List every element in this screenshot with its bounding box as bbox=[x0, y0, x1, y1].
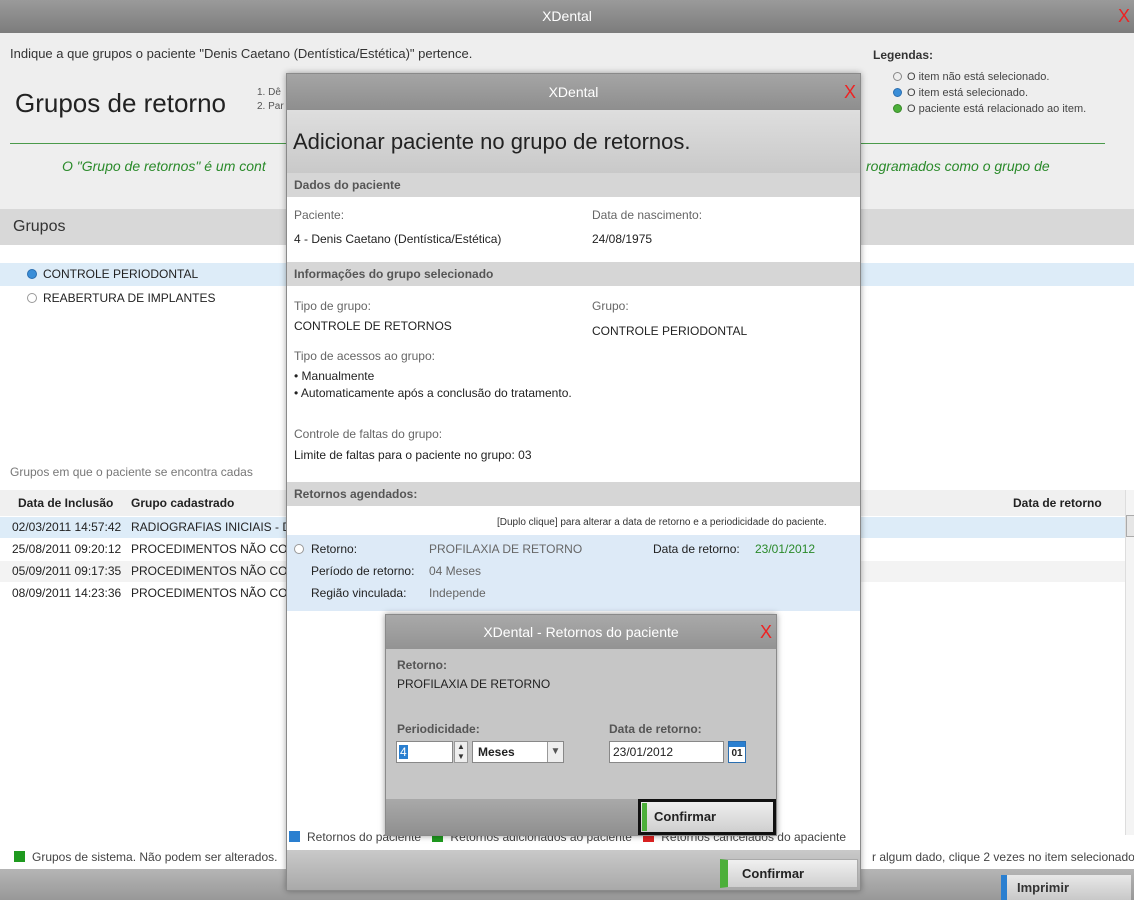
cell-date: 05/09/2011 09:17:35 bbox=[12, 564, 122, 578]
column-header-inclusion-date[interactable]: Data de Inclusão bbox=[18, 490, 113, 516]
legend-label: O item não está selecionado. bbox=[907, 71, 1050, 83]
return-period-value: 04 Meses bbox=[429, 564, 482, 578]
periodicity-spinner[interactable]: ▲ ▼ bbox=[454, 741, 468, 763]
close-icon[interactable]: X bbox=[844, 74, 856, 110]
system-groups-note: Grupos de sistema. Não podem ser alterad… bbox=[14, 850, 277, 864]
close-icon[interactable]: X bbox=[760, 615, 772, 649]
return-item[interactable]: Retorno: PROFILAXIA DE RETORNO Data de r… bbox=[287, 535, 860, 611]
radio-selected-icon[interactable] bbox=[27, 269, 37, 279]
spin-down-icon[interactable]: ▼ bbox=[455, 752, 467, 762]
periodicity-label: Periodicidade: bbox=[397, 722, 480, 736]
birth-date-label: Data de nascimento: bbox=[592, 208, 703, 222]
legend-label: O paciente está relacionado ao item. bbox=[907, 103, 1087, 115]
main-title-bar: XDental bbox=[0, 0, 1134, 33]
confirm-button[interactable]: Confirmar bbox=[720, 859, 858, 888]
confirm-button[interactable]: Confirmar bbox=[638, 799, 776, 835]
legend-label: O item está selecionado. bbox=[907, 87, 1029, 99]
return-date-value: 23/01/2012 bbox=[613, 745, 674, 759]
return-date-label: Data de retorno: bbox=[653, 542, 740, 556]
dialog-title-bar: XDental - Retornos do paciente X bbox=[386, 615, 776, 649]
group-value: CONTROLE PERIODONTAL bbox=[592, 324, 748, 338]
info-text-left: O "Grupo de retornos" é um cont bbox=[62, 158, 266, 174]
section-group-info: Informações do grupo selecionado bbox=[287, 262, 860, 286]
group-label: REABERTURA DE IMPLANTES bbox=[43, 291, 216, 305]
legend-title: Legendas: bbox=[873, 48, 934, 62]
legend-item-unselected: O item não está selecionado. bbox=[893, 71, 1049, 83]
section-scheduled-returns: Retornos agendados: bbox=[287, 482, 860, 506]
group-type-label: Tipo de grupo: bbox=[294, 299, 371, 313]
cell-date: 02/03/2011 14:57:42 bbox=[12, 520, 122, 534]
cell-date: 08/09/2011 14:23:36 bbox=[12, 586, 122, 600]
main-title: XDental bbox=[542, 8, 592, 24]
info-text-right: rogramados como o grupo de bbox=[866, 158, 1050, 174]
patient-label: Paciente: bbox=[294, 208, 345, 222]
cell-group: RADIOGRAFIAS INICIAIS - Dr bbox=[131, 520, 296, 534]
section-patient-data: Dados do paciente bbox=[287, 173, 860, 197]
indicate-text: Indique a que grupos o paciente "Denis C… bbox=[10, 46, 473, 61]
periodicity-value: 4 bbox=[399, 745, 408, 759]
instructions: 1. Dê 2. Par bbox=[257, 86, 284, 114]
calendar-icon[interactable]: 01 bbox=[728, 741, 746, 763]
periodicity-input[interactable]: 4 bbox=[396, 741, 453, 763]
access-label: Tipo de acessos ao grupo: bbox=[294, 349, 435, 363]
green-square-icon bbox=[14, 851, 25, 862]
column-header-group[interactable]: Grupo cadastrado bbox=[131, 490, 234, 516]
radio-related-icon bbox=[893, 104, 902, 113]
table-scrollbar[interactable] bbox=[1125, 490, 1134, 835]
return-value: PROFILAXIA DE RETORNO bbox=[429, 542, 583, 556]
patient-data-block: Paciente: 4 - Denis Caetano (Dentística/… bbox=[287, 197, 860, 262]
group-info-block: Tipo de grupo: CONTROLE DE RETORNOS Grup… bbox=[287, 286, 860, 482]
legend-item-selected: O item está selecionado. bbox=[893, 87, 1028, 99]
registered-groups-label: Grupos em que o paciente se encontra cad… bbox=[10, 465, 253, 479]
absence-control-label: Controle de faltas do grupo: bbox=[294, 427, 443, 441]
return-date-input[interactable]: 23/01/2012 bbox=[609, 741, 724, 763]
region-label: Região vinculada: bbox=[311, 586, 407, 600]
cell-group: PROCEDIMENTOS NÃO CONC bbox=[131, 564, 305, 578]
page-title: Grupos de retorno bbox=[15, 88, 227, 118]
patient-value: 4 - Denis Caetano (Dentística/Estética) bbox=[294, 232, 502, 246]
group-label: CONTROLE PERIODONTAL bbox=[43, 267, 199, 281]
return-date-label: Data de retorno: bbox=[609, 722, 702, 736]
absence-control-value: Limite de faltas para o paciente no grup… bbox=[294, 448, 532, 462]
return-label: Retorno: bbox=[397, 658, 447, 672]
cell-date: 25/08/2011 09:20:12 bbox=[12, 542, 122, 556]
alter-note: r algum dado, clique 2 vezes no item sel… bbox=[872, 850, 1134, 864]
dialog-title: XDental bbox=[548, 84, 599, 100]
spin-up-icon[interactable]: ▲ bbox=[455, 742, 467, 752]
instruction-1: 1. Dê bbox=[257, 87, 281, 98]
group-type-value: CONTROLE DE RETORNOS bbox=[294, 319, 452, 333]
column-header-return-date[interactable]: Data de retorno bbox=[1013, 490, 1102, 516]
access-item: • Automaticamente após a conclusão do tr… bbox=[294, 386, 572, 400]
instruction-2: 2. Par bbox=[257, 101, 284, 112]
dialog-heading: Adicionar paciente no grupo de retornos. bbox=[287, 110, 860, 173]
radio-selected-icon bbox=[893, 88, 902, 97]
radio-unselected-icon[interactable] bbox=[294, 544, 304, 554]
return-label: Retorno: bbox=[311, 542, 358, 556]
period-unit-value: Meses bbox=[478, 745, 515, 759]
group-label: Grupo: bbox=[592, 299, 629, 313]
region-value: Independe bbox=[429, 586, 486, 600]
return-value: PROFILAXIA DE RETORNO bbox=[397, 677, 551, 691]
calendar-day: 01 bbox=[731, 748, 743, 759]
period-unit-select[interactable]: Meses ▼ bbox=[472, 741, 564, 763]
main-close-icon[interactable]: X bbox=[1118, 0, 1134, 33]
legend-item-related: O paciente está relacionado ao item. bbox=[893, 103, 1086, 115]
cell-group: PROCEDIMENTOS NÃO CONC bbox=[131, 586, 305, 600]
return-period-label: Período de retorno: bbox=[311, 564, 415, 578]
radio-unselected-icon[interactable] bbox=[27, 293, 37, 303]
radio-unselected-icon bbox=[893, 72, 902, 81]
system-note-text: Grupos de sistema. Não podem ser alterad… bbox=[32, 850, 278, 864]
blue-square-icon bbox=[289, 831, 300, 842]
scrollbar-thumb[interactable] bbox=[1126, 515, 1134, 537]
dialog-title-bar: XDental X bbox=[287, 74, 860, 110]
return-date-value: 23/01/2012 bbox=[755, 542, 816, 556]
birth-date-value: 24/08/1975 bbox=[592, 232, 653, 246]
dialog-title: XDental - Retornos do paciente bbox=[483, 624, 679, 640]
access-item: • Manualmente bbox=[294, 369, 375, 383]
cell-group: PROCEDIMENTOS NÃO CONC bbox=[131, 542, 305, 556]
double-click-hint: [Duplo clique] para alterar a data de re… bbox=[497, 517, 827, 528]
chevron-down-icon[interactable]: ▼ bbox=[547, 742, 563, 762]
patient-returns-dialog: XDental - Retornos do paciente X Retorno… bbox=[385, 614, 777, 836]
print-button[interactable]: Imprimir bbox=[1001, 875, 1131, 900]
